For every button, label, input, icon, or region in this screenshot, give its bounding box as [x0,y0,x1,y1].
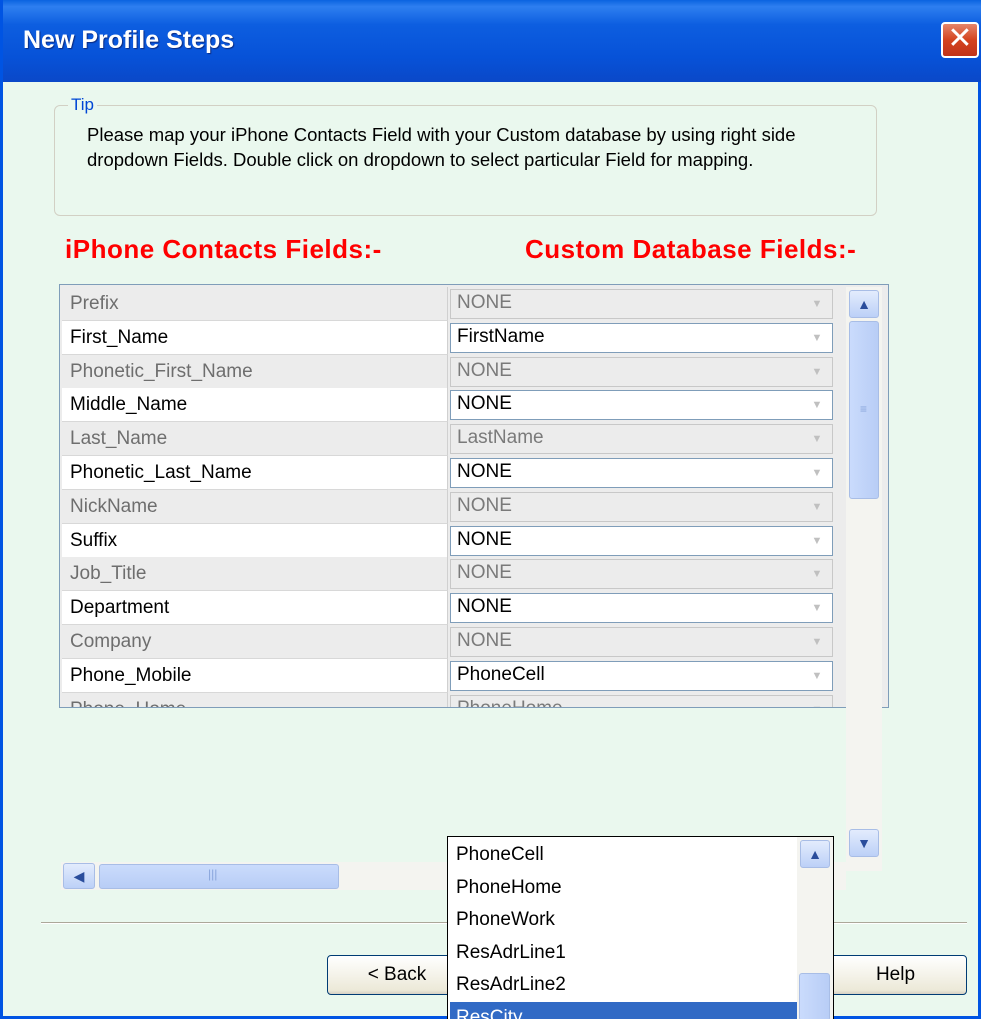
field-mapping-dropdown[interactable]: NONE ▼ [450,559,833,590]
chevron-up-icon: ▲ [857,296,871,312]
contact-field-label[interactable]: Department [62,591,448,626]
horizontal-scroll-thumb[interactable]: ||| [99,864,339,889]
chevron-down-icon[interactable]: ▼ [803,291,831,317]
dropdown-option[interactable]: ResCity [450,1001,798,1019]
contact-field-label[interactable]: Prefix [62,287,448,321]
table-row[interactable]: Phone_Mobile PhoneCell ▼ [62,658,845,693]
dialog-window: New Profile Steps ✕ Tip Please map your … [0,0,981,1019]
chevron-down-icon[interactable]: ▼ [803,460,831,486]
contact-field-label[interactable]: Last_Name [62,422,448,457]
chevron-down-icon: ▼ [857,835,871,851]
dropdown-value: NONE [457,461,512,482]
field-mapping-dropdown[interactable]: NONE ▼ [450,525,833,556]
table-row[interactable]: Suffix NONE ▼ [62,523,845,558]
dropdown-list[interactable]: PhoneCell PhoneHome PhoneWork ResAdrLine1 Re… [447,836,834,1019]
contact-field-label[interactable]: Phone_Home [62,692,448,707]
chevron-down-icon[interactable]: ▼ [803,359,831,385]
chevron-down-icon[interactable]: ▼ [803,325,831,351]
dropdown-scroll-thumb[interactable] [799,973,830,1019]
chevron-left-icon: ◀ [73,868,85,884]
field-mapping-dropdown[interactable]: NONE ▼ [450,627,833,657]
field-mapping-dropdown[interactable]: NONE ▼ [450,593,833,624]
contact-field-label[interactable]: Company [62,625,448,659]
dropdown-value: NONE [457,359,512,381]
table-row[interactable]: Prefix NONE ▼ [62,287,845,321]
contact-field-label[interactable]: Phonetic_Last_Name [62,456,448,490]
scroll-down-button[interactable]: ▼ [849,829,879,857]
chevron-down-icon[interactable]: ▼ [803,663,831,689]
dropdown-value: PhoneCell [457,663,545,685]
close-button[interactable]: ✕ [941,22,979,58]
dropdown-value: NONE [457,292,512,313]
contact-field-label[interactable]: Phonetic_First_Name [62,354,448,389]
chevron-down-icon[interactable]: ▼ [803,392,831,418]
dropdown-value: FirstName [457,325,545,347]
dropdown-option[interactable]: PhoneCell [450,839,798,871]
field-mapping-dropdown[interactable]: NONE ▼ [450,390,833,421]
field-mapping-dropdown[interactable]: NONE ▼ [450,458,833,488]
field-mapping-dropdown[interactable]: NONE ▼ [450,491,833,522]
chevron-down-icon[interactable]: ▼ [803,561,831,587]
dropdown-option[interactable]: PhoneHome [450,872,798,904]
table-row[interactable]: Job_Title NONE ▼ [62,557,845,592]
field-mapping-dropdown[interactable]: PhoneHome ▼ [450,694,833,707]
table-row[interactable]: First_Name FirstName ▼ [62,320,845,355]
dropdown-value: NONE [457,630,512,651]
scroll-left-button[interactable]: ◀ [63,863,95,889]
dropdown-value: NONE [457,528,512,550]
dropdown-value: NONE [457,393,512,415]
chevron-down-icon[interactable]: ▼ [803,426,831,452]
contact-field-label[interactable]: NickName [62,489,448,524]
table-row[interactable]: Department NONE ▼ [62,591,845,626]
chevron-down-icon[interactable]: ▼ [803,629,831,655]
contact-field-label[interactable]: Job_Title [62,557,448,592]
table-row[interactable]: Phone_Home PhoneHome ▼ [62,692,845,707]
table-row[interactable]: NickName NONE ▼ [62,489,845,524]
iphone-fields-heading: iPhone Contacts Fields:- [65,234,382,264]
contact-field-label[interactable]: Suffix [62,523,448,558]
title-bar[interactable]: New Profile Steps ✕ [3,0,981,82]
chevron-up-icon: ▲ [808,846,822,862]
tip-text: Please map your iPhone Contacts Field wi… [87,124,796,170]
field-mapping-dropdown[interactable]: PhoneCell ▼ [450,660,833,691]
table-row[interactable]: Last_Name LastName ▼ [62,422,845,457]
grip-icon: ≡ [860,402,868,416]
window-title: New Profile Steps [23,26,235,54]
field-mapping-grid: Prefix NONE ▼ First_Name FirstName ▼ Phonetic_… [59,284,889,708]
tip-legend: Tip [68,95,97,115]
dropdown-value: NONE [457,596,512,618]
scroll-up-button[interactable]: ▲ [849,290,879,318]
dropdown-value: NONE [457,562,512,584]
chevron-down-icon[interactable]: ▼ [803,494,831,520]
chevron-down-icon[interactable]: ▼ [803,528,831,554]
dropdown-value: NONE [457,494,512,516]
close-icon: ✕ [947,22,973,55]
contact-field-label[interactable]: First_Name [62,320,448,355]
grip-icon: ||| [208,867,218,881]
dropdown-option[interactable]: ResAdrLine2 [450,969,798,1001]
dropdown-value: PhoneHome [457,696,563,707]
dropdown-scroll-up-button[interactable]: ▲ [800,840,830,868]
field-mapping-dropdown[interactable]: NONE ▼ [450,289,833,319]
chevron-down-icon[interactable]: ▼ [803,697,831,707]
dropdown-option[interactable]: PhoneWork [450,904,798,936]
chevron-down-icon[interactable]: ▼ [803,595,831,621]
table-row[interactable]: Phonetic_Last_Name NONE ▼ [62,456,845,490]
dropdown-value: LastName [457,427,544,449]
field-mapping-dropdown[interactable]: LastName ▼ [450,424,833,455]
contact-field-label[interactable]: Middle_Name [62,388,448,423]
custom-db-fields-heading: Custom Database Fields:- [525,234,857,264]
table-row[interactable]: Company NONE ▼ [62,625,845,659]
help-button[interactable]: Help [824,955,967,995]
vertical-scroll-thumb[interactable]: ≡ [849,321,879,499]
field-mapping-dropdown[interactable]: FirstName ▼ [450,322,833,353]
table-row[interactable]: Phonetic_First_Name NONE ▼ [62,354,845,389]
dropdown-option[interactable]: ResAdrLine1 [450,937,798,969]
contact-field-label[interactable]: Phone_Mobile [62,658,448,693]
field-mapping-dropdown[interactable]: NONE ▼ [450,356,833,387]
back-button[interactable]: < Back [327,955,467,995]
table-row[interactable]: Middle_Name NONE ▼ [62,388,845,423]
